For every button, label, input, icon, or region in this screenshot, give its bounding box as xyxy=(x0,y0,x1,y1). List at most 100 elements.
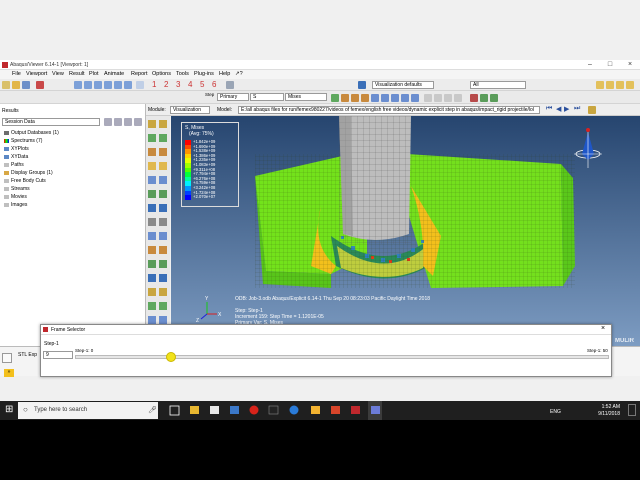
field-output-variable-select[interactable]: S xyxy=(250,93,284,101)
menu-options[interactable]: Options xyxy=(152,71,171,77)
menu-report[interactable]: Report xyxy=(131,71,148,77)
perspective-icon[interactable] xyxy=(136,81,144,89)
edge-icon xyxy=(289,405,299,415)
menu-file[interactable]: File xyxy=(12,71,21,77)
auto-fit-icon[interactable] xyxy=(114,81,122,89)
view-1-button[interactable]: 1 xyxy=(152,80,156,89)
first-frame-button[interactable]: ⏮ xyxy=(546,105,552,113)
field-output-invariant-select[interactable]: Mises xyxy=(285,93,327,101)
material-orientation-icon[interactable] xyxy=(361,94,369,102)
tree-item-output-databases[interactable]: Output Databases (1) xyxy=(4,130,59,136)
minimize-button[interactable]: – xyxy=(580,60,600,70)
cycle-view-icon[interactable] xyxy=(124,81,132,89)
python-prompt-icon[interactable]: » xyxy=(4,369,14,377)
help-icon[interactable] xyxy=(134,118,142,126)
collapse-icon[interactable] xyxy=(124,118,132,126)
view-cut-toggle-icon[interactable] xyxy=(490,94,498,102)
query-icon[interactable] xyxy=(358,81,366,89)
menu-viewport[interactable]: Viewport xyxy=(26,71,47,77)
view-3-button[interactable]: 3 xyxy=(176,80,180,89)
previous-frame-button[interactable]: ◀ xyxy=(556,105,561,113)
render-style-icon[interactable] xyxy=(226,81,234,89)
taskbar-search-box[interactable]: ○ Type here to search 🎤︎ xyxy=(18,402,158,419)
menu-plot[interactable]: Plot xyxy=(89,71,98,77)
message-tab-icon[interactable] xyxy=(2,353,12,363)
replace-icon[interactable] xyxy=(606,81,614,89)
view-4-button[interactable]: 4 xyxy=(188,80,192,89)
expand-icon[interactable] xyxy=(114,118,122,126)
tree-item-free-body-cuts[interactable]: Free Body Cuts xyxy=(4,178,46,184)
tree-item-streams[interactable]: Streams xyxy=(4,186,30,192)
menu-view[interactable]: View xyxy=(52,71,64,77)
display-group-icon[interactable] xyxy=(596,81,604,89)
play-button[interactable]: ▶ xyxy=(564,105,569,113)
menu-whats-this[interactable]: ↗? xyxy=(235,71,243,77)
menu-plugins[interactable]: Plug-ins xyxy=(194,71,214,77)
wireframe-icon[interactable] xyxy=(434,94,442,102)
tree-item-display-groups[interactable]: Display Groups (1) xyxy=(4,170,53,176)
animation-options-icon[interactable] xyxy=(401,94,409,102)
menu-result[interactable]: Result xyxy=(69,71,85,77)
model-select[interactable]: E:/all abaqus files for run/femex980227/… xyxy=(238,106,540,114)
time-history-icon[interactable] xyxy=(381,94,389,102)
magnify-icon[interactable] xyxy=(94,81,102,89)
menu-animate[interactable]: Animate xyxy=(104,71,124,77)
tree-item-xydata[interactable]: XYData xyxy=(4,154,28,160)
shaded-icon[interactable] xyxy=(424,94,432,102)
view-2-button[interactable]: 2 xyxy=(164,80,168,89)
print-icon[interactable] xyxy=(36,81,44,89)
search-icon: ○ xyxy=(23,405,28,414)
selection-filter-select[interactable]: All xyxy=(470,81,526,89)
microphone-icon[interactable]: 🎤︎ xyxy=(148,406,157,414)
frame-slider-thumb[interactable] xyxy=(166,352,177,362)
visualization-defaults-select[interactable]: Visualization defaults xyxy=(372,81,434,89)
view-cut-icon[interactable] xyxy=(480,94,488,102)
tree-item-images[interactable]: Images xyxy=(4,202,27,208)
toolbox-icons[interactable] xyxy=(146,118,170,328)
contour-plot-icon[interactable] xyxy=(341,94,349,102)
rotate-icon[interactable] xyxy=(84,81,92,89)
view-compass[interactable] xyxy=(574,128,602,168)
frame-slider-track[interactable] xyxy=(75,355,609,359)
notification-icon[interactable] xyxy=(628,404,636,416)
tab-results[interactable]: Results xyxy=(2,108,19,114)
viewport[interactable]: Y X Z S, Mises (Avg: 75%) +1.842e+09 +1.6… xyxy=(171,116,640,346)
remove-icon[interactable] xyxy=(616,81,624,89)
task-view-icon xyxy=(169,405,180,416)
field-output-primary-select[interactable]: Primary xyxy=(217,93,249,101)
close-button[interactable]: × xyxy=(620,60,640,70)
model-tree-panel: Results Session Data Output Databases (1… xyxy=(0,104,146,346)
tree-item-xyplots[interactable]: XYPlots xyxy=(4,146,29,152)
zoom-box-icon[interactable] xyxy=(104,81,112,89)
tree-item-spectrums[interactable]: Spectrums (7) xyxy=(4,138,42,144)
last-frame-button[interactable]: ⏭ xyxy=(574,105,580,113)
module-select[interactable]: Visualization xyxy=(170,106,210,114)
color-code-icon[interactable] xyxy=(470,94,478,102)
view-5-button[interactable]: 5 xyxy=(200,80,204,89)
maximize-button[interactable]: □ xyxy=(600,60,620,70)
hidden-line-icon[interactable] xyxy=(444,94,452,102)
frame-selector-title: Frame Selector xyxy=(51,327,86,333)
animate-icon[interactable] xyxy=(371,94,379,102)
session-data-select[interactable]: Session Data xyxy=(2,118,100,126)
add-icon[interactable] xyxy=(626,81,634,89)
save-icon[interactable] xyxy=(22,81,30,89)
frame-selector-close-button[interactable]: × xyxy=(601,325,605,332)
pan-icon[interactable] xyxy=(74,81,82,89)
new-icon[interactable] xyxy=(2,81,10,89)
tree-item-paths[interactable]: Paths xyxy=(4,162,24,168)
filled-icon[interactable] xyxy=(454,94,462,102)
animation-stop-icon[interactable] xyxy=(588,106,596,114)
symbol-plot-icon[interactable] xyxy=(351,94,359,102)
filter-icon[interactable] xyxy=(104,118,112,126)
tree-item-movies[interactable]: Movies xyxy=(4,194,27,200)
view-6-button[interactable]: 6 xyxy=(212,80,216,89)
windows-start-icon[interactable]: ⊞ xyxy=(5,405,13,415)
open-icon[interactable] xyxy=(12,81,20,89)
menu-help[interactable]: Help xyxy=(219,71,230,77)
frame-selector-icon[interactable] xyxy=(411,94,419,102)
menu-tools[interactable]: Tools xyxy=(176,71,189,77)
deformed-shape-icon[interactable] xyxy=(331,94,339,102)
frame-number-field[interactable]: 9 xyxy=(43,351,73,359)
harmonic-icon[interactable] xyxy=(391,94,399,102)
